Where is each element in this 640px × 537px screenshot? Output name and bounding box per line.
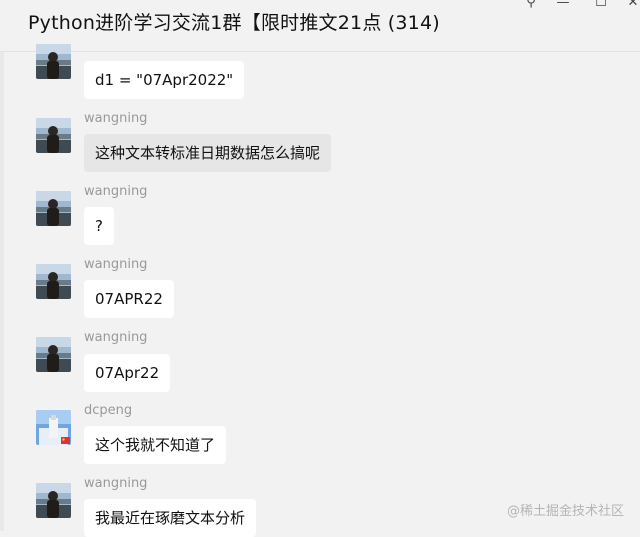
- wangning-avatar[interactable]: [36, 483, 71, 518]
- window-edge: [0, 52, 4, 531]
- wangning-avatar[interactable]: [36, 264, 71, 299]
- chat-title: Python进阶学习交流1群【限时推文21点 (314): [28, 12, 440, 34]
- maximize-icon[interactable]: ☐: [592, 0, 610, 12]
- message-bubble[interactable]: d1 = "07Apr2022": [84, 61, 245, 99]
- wangning-avatar[interactable]: [36, 337, 71, 372]
- dcpeng-avatar[interactable]: [36, 410, 71, 445]
- sender-name[interactable]: wangning: [84, 184, 147, 199]
- message-bubble[interactable]: 07APR22: [84, 280, 174, 318]
- wangning-avatar[interactable]: [36, 118, 71, 153]
- pin-icon[interactable]: ⚲: [522, 0, 540, 12]
- wangning-avatar[interactable]: [36, 191, 71, 226]
- sender-name[interactable]: wangning: [84, 257, 147, 272]
- message-bubble[interactable]: ?: [84, 207, 114, 245]
- sender-name[interactable]: wangning: [84, 476, 147, 491]
- sender-name[interactable]: wangning: [84, 330, 147, 345]
- wangning-avatar[interactable]: [36, 44, 71, 79]
- close-icon[interactable]: ✕: [624, 0, 640, 12]
- sender-name[interactable]: dcpeng: [84, 403, 132, 418]
- sender-name[interactable]: wangning: [84, 111, 147, 126]
- message-bubble[interactable]: 07Apr22: [84, 354, 171, 392]
- message-bubble[interactable]: 我最近在琢磨文本分析: [84, 499, 257, 537]
- watermark: @稀土掘金技术社区: [506, 504, 624, 519]
- message-bubble[interactable]: 这种文本转标准日期数据怎么搞呢: [84, 134, 332, 172]
- chat-header: Python进阶学习交流1群【限时推文21点 (314) ⚲ — ☐ ✕: [0, 0, 640, 52]
- minimize-icon[interactable]: —: [554, 0, 572, 12]
- message-bubble[interactable]: 这个我就不知道了: [84, 426, 227, 464]
